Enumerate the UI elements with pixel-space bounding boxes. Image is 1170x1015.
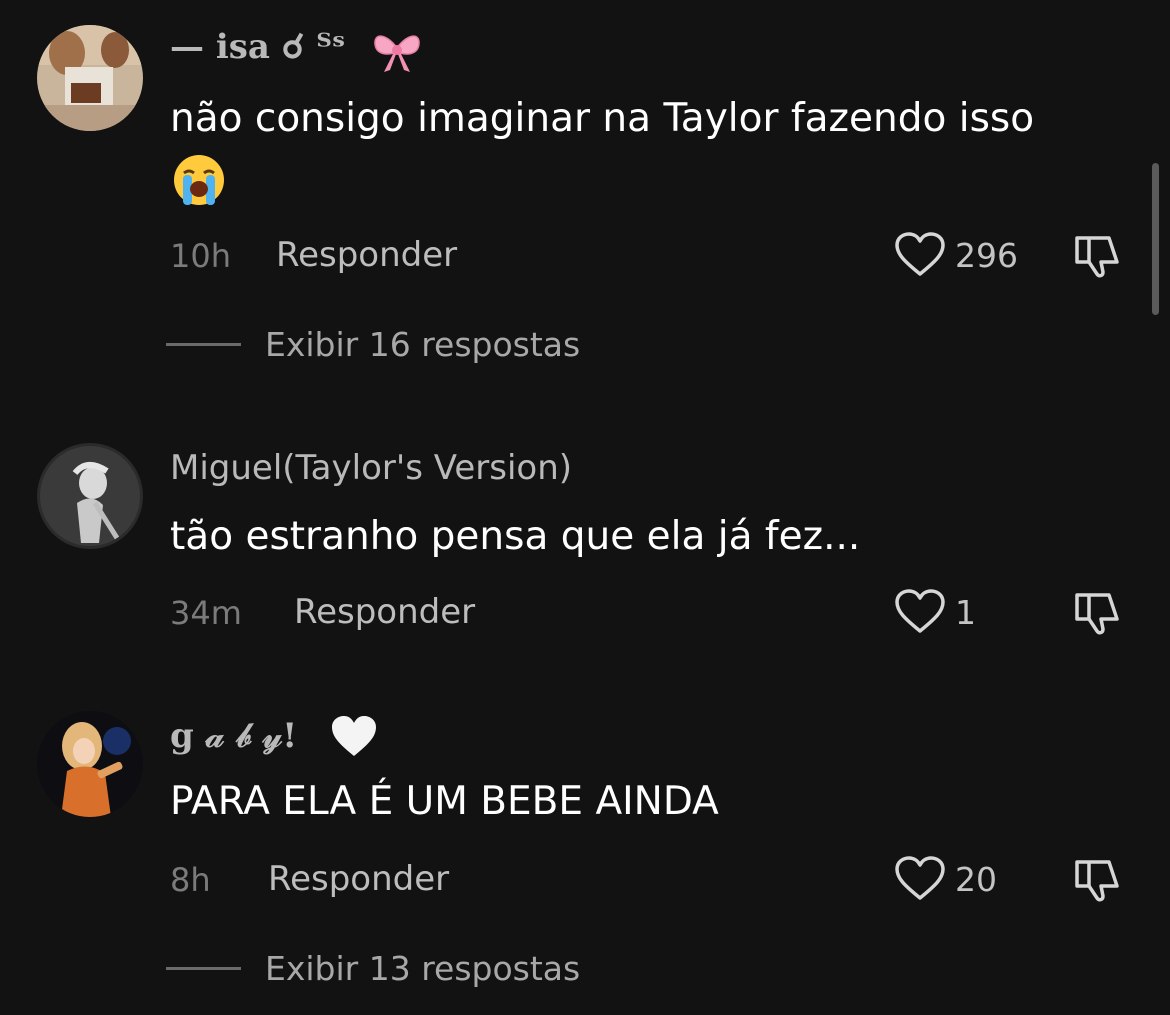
like-count: 20	[955, 860, 997, 899]
thumbs-down-icon[interactable]	[1073, 589, 1121, 637]
reply-button[interactable]: Responder	[294, 592, 475, 632]
username[interactable]: Miguel(Taylor's Version)	[170, 448, 572, 488]
avatar[interactable]	[37, 711, 143, 817]
comment-text: tão estranho pensa que ela já fez...	[170, 514, 861, 559]
avatar[interactable]	[37, 443, 143, 549]
comment-text: PARA ELA É UM BEBE AINDA	[170, 779, 719, 824]
username[interactable]: — isa ☌ ᵀˢ	[170, 27, 345, 67]
reply-button[interactable]: Responder	[276, 235, 457, 275]
comment-text: não consigo imaginar na Taylor fazendo i…	[170, 96, 1035, 141]
scrollbar[interactable]	[1152, 163, 1159, 315]
like-count: 1	[955, 593, 976, 632]
view-replies-button[interactable]: Exibir 16 respostas	[265, 325, 580, 364]
like-count: 296	[955, 236, 1018, 275]
heart-outline-icon[interactable]	[894, 855, 946, 901]
comment-time: 8h	[170, 861, 211, 899]
comment-time: 10h	[170, 237, 231, 275]
comment-time: 34m	[170, 594, 242, 632]
pink-bow-emoji	[372, 30, 422, 78]
heart-outline-icon[interactable]	[894, 588, 946, 634]
loudly-crying-face-emoji	[172, 153, 226, 211]
view-replies-button[interactable]: Exibir 13 respostas	[265, 949, 580, 988]
divider-line	[166, 343, 241, 346]
heart-outline-icon[interactable]	[894, 231, 946, 277]
white-heart-emoji	[330, 714, 378, 762]
divider-line	[166, 967, 241, 970]
reply-button[interactable]: Responder	[268, 859, 449, 899]
username[interactable]: g 𝒶 𝒷 𝓎!	[170, 716, 297, 756]
thumbs-down-icon[interactable]	[1073, 856, 1121, 904]
thumbs-down-icon[interactable]	[1073, 232, 1121, 280]
avatar[interactable]	[37, 25, 143, 131]
